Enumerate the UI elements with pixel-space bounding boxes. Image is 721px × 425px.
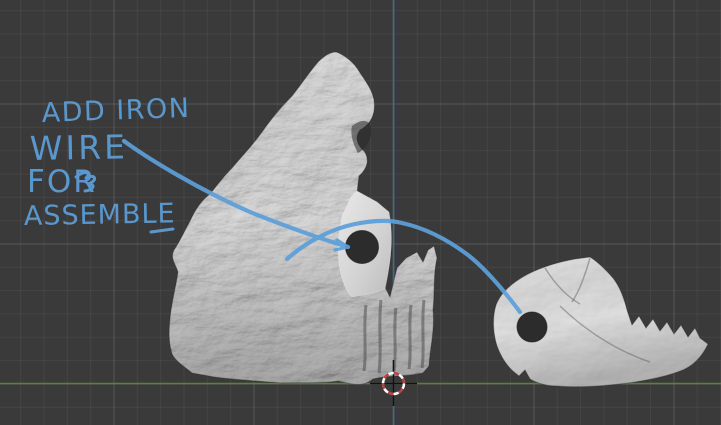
scene-canvas[interactable]: ADD IRON WIRE FOR ASSEMBLE [0, 0, 721, 425]
left-fragment-shading [168, 51, 438, 386]
annotation-text-line-4: ASSEMBLE [24, 198, 176, 232]
3d-viewport[interactable]: ADD IRON WIRE FOR ASSEMBLE [0, 0, 721, 425]
model-left-skull-fragment[interactable] [168, 51, 438, 386]
right-mounting-hole [516, 311, 548, 343]
model-right-skull-fragment[interactable] [492, 256, 709, 388]
left-mounting-hole [345, 230, 379, 264]
annotation-text-line-2: WIRE [29, 127, 128, 168]
annotation-text-line-3: FOR [27, 164, 97, 200]
annotation-text-line-1: ADD IRON [41, 93, 191, 129]
